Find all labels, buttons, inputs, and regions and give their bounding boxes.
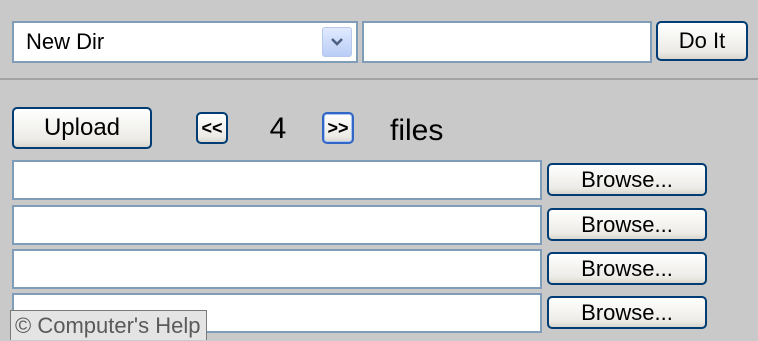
- decrease-files-button[interactable]: <<: [196, 112, 228, 144]
- upload-button[interactable]: Upload: [12, 107, 152, 149]
- file-path-input[interactable]: [12, 160, 542, 200]
- browse-button[interactable]: Browse...: [547, 252, 707, 285]
- browse-button[interactable]: Browse...: [547, 208, 707, 241]
- files-label: files: [390, 114, 444, 147]
- action-select[interactable]: New Dir: [12, 21, 358, 63]
- file-count: 4: [269, 112, 287, 145]
- chevron-down-icon[interactable]: [322, 27, 352, 57]
- action-name-input[interactable]: [362, 21, 652, 63]
- action-select-value: New Dir: [26, 29, 105, 54]
- file-path-input[interactable]: [12, 205, 542, 245]
- increase-files-button[interactable]: >>: [322, 112, 354, 144]
- browse-button[interactable]: Browse...: [547, 296, 707, 329]
- copyright-watermark: © Computer's Help: [10, 310, 208, 340]
- command-bar: New Dir Do It: [0, 0, 758, 80]
- browse-button[interactable]: Browse...: [547, 163, 707, 196]
- file-path-input[interactable]: [12, 249, 542, 289]
- do-it-button[interactable]: Do It: [656, 21, 748, 61]
